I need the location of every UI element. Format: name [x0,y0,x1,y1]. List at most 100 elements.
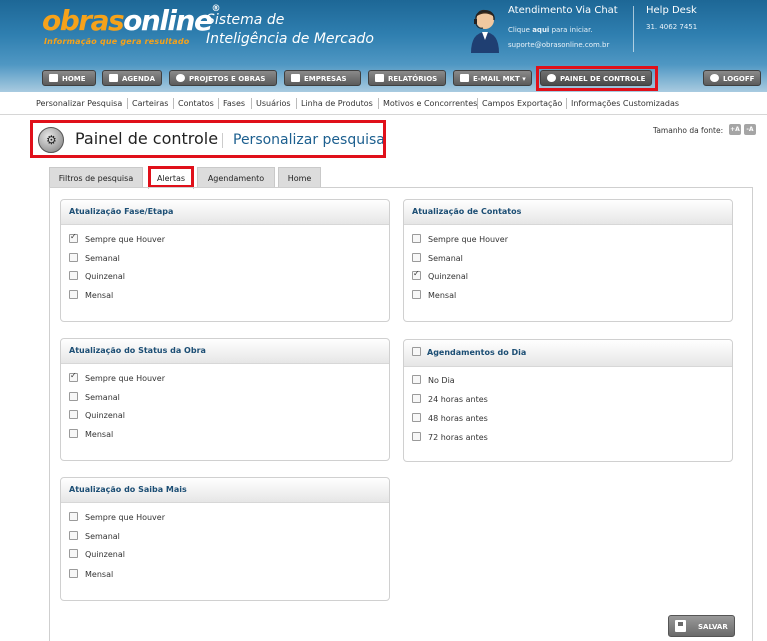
option-row[interactable]: Mensal [69,290,113,300]
submenu-usuarios[interactable]: Usuários [256,99,291,108]
nav-agenda-button[interactable]: AGENDA [102,70,162,86]
system-title: Sistema de Inteligência de Mercado [206,12,374,47]
dropdown-arrow-icon: ▾ [522,75,526,83]
submenu-separator [173,98,174,109]
nav-relatorios-button[interactable]: RELATÓRIOS [368,70,446,86]
option-row[interactable]: No Dia [412,375,455,385]
font-increase-button[interactable]: +A [729,124,741,135]
checkbox[interactable] [69,371,78,382]
option-row[interactable]: Mensal [69,569,113,579]
option-row[interactable]: Sempre que Houver [69,512,165,522]
report-icon [375,74,384,82]
submenu-separator [378,98,379,109]
checkbox[interactable] [412,347,421,356]
checkbox[interactable] [69,253,78,262]
chat-instructions: Clique aqui para iniciar. [508,26,593,34]
building-icon [176,74,185,82]
chat-link[interactable]: aqui [532,26,549,34]
highlight-title [30,120,386,158]
submenu-motivos[interactable]: Motivos e Concorrentes [383,99,477,108]
submenu-separator [477,98,478,109]
help-desk-title: Help Desk [646,5,697,16]
support-email[interactable]: suporte@obrasonline.com.br [508,41,609,49]
company-icon [291,74,300,82]
submenu-fases[interactable]: Fases [223,99,245,108]
option-row[interactable]: Quinzenal [69,549,125,559]
support-agent-icon [471,9,499,53]
option-row[interactable]: Semanal [412,253,463,263]
submenu-separator [218,98,219,109]
floppy-disk-icon [675,620,686,632]
checkbox[interactable] [69,392,78,401]
nav-projetos-button[interactable]: PROJETOS E OBRAS [169,70,277,86]
option-row[interactable]: Semanal [69,253,120,263]
option-row[interactable]: Quinzenal [412,269,468,281]
nav-home-button[interactable]: HOME [42,70,96,86]
checkbox[interactable] [69,410,78,419]
option-row[interactable]: Semanal [69,392,120,402]
checkbox[interactable] [412,269,421,280]
option-row[interactable]: Quinzenal [69,271,125,281]
panel-status-obra: Atualização do Status da Obra Sempre que… [60,338,390,461]
checkbox[interactable] [69,512,78,521]
option-row[interactable]: Mensal [69,429,113,439]
option-row[interactable]: 24 horas antes [412,394,488,404]
checkbox[interactable] [69,531,78,540]
checkbox[interactable] [412,253,421,262]
nav-empresas-button[interactable]: EMPRESAS [284,70,361,86]
submenu-separator [251,98,252,109]
panel-title: Agendamentos do Dia [404,340,732,367]
submenu-contatos[interactable]: Contatos [178,99,214,108]
checkbox[interactable] [69,569,78,578]
panel-agendamentos: Agendamentos do Dia No Dia 24 horas ante… [403,339,733,462]
checkbox[interactable] [69,290,78,299]
checkbox[interactable] [69,271,78,280]
panel-contatos: Atualização de Contatos Sempre que Houve… [403,199,733,322]
checkbox[interactable] [412,234,421,243]
checkbox[interactable] [412,290,421,299]
option-row[interactable]: Sempre que Houver [412,234,508,244]
panel-title: Atualização do Saiba Mais [61,478,389,503]
submenu-separator [127,98,128,109]
checkbox[interactable] [412,413,421,422]
panel-saiba-mais: Atualização do Saiba Mais Sempre que Hou… [60,477,390,601]
submenu-carteiras[interactable]: Carteiras [132,99,168,108]
option-row[interactable]: Quinzenal [69,410,125,420]
submenu-personalizar[interactable]: Personalizar Pesquisa [36,99,122,108]
option-row[interactable]: Sempre que Houver [69,232,165,244]
submenu-bar: Personalizar Pesquisa Carteiras Contatos… [0,93,767,115]
font-decrease-button[interactable]: -A [744,124,756,135]
panel-title: Atualização Fase/Etapa [61,200,389,225]
checkbox[interactable] [69,232,78,243]
tab-filtros[interactable]: Filtros de pesquisa [49,167,143,188]
highlight-tab [148,166,194,188]
tab-home[interactable]: Home [278,167,321,188]
checkbox[interactable] [412,375,421,384]
brand-logo[interactable]: obrasonline® [42,4,220,37]
submenu-campos-exportacao[interactable]: Campos Exportação [482,99,562,108]
brand-tagline: Informação que gera resultado [44,37,190,46]
home-icon [49,74,58,82]
header-divider [633,6,634,52]
panel-fase-etapa: Atualização Fase/Etapa Sempre que Houver… [60,199,390,322]
submenu-separator [296,98,297,109]
chat-title: Atendimento Via Chat [508,5,618,16]
submenu-linha-produtos[interactable]: Linha de Produtos [301,99,373,108]
option-row[interactable]: 72 horas antes [412,432,488,442]
checkbox[interactable] [412,394,421,403]
checkbox[interactable] [69,429,78,438]
panel-title: Atualização do Status da Obra [61,339,389,364]
save-button[interactable]: SALVAR [668,615,735,637]
checkbox[interactable] [412,432,421,441]
logoff-button[interactable]: LOGOFF [703,70,761,86]
option-row[interactable]: Semanal [69,531,120,541]
power-icon [710,74,719,82]
nav-email-mkt-button[interactable]: E-MAIL MKT ▾ [453,70,532,86]
checkbox[interactable] [69,549,78,558]
option-row[interactable]: Mensal [412,290,456,300]
option-row[interactable]: Sempre que Houver [69,371,165,383]
option-row[interactable]: 48 horas antes [412,413,488,423]
font-size-label: Tamanho da fonte: [653,126,724,135]
tab-agendamento[interactable]: Agendamento [197,167,275,188]
submenu-info-customizadas[interactable]: Informações Customizadas [571,99,679,108]
